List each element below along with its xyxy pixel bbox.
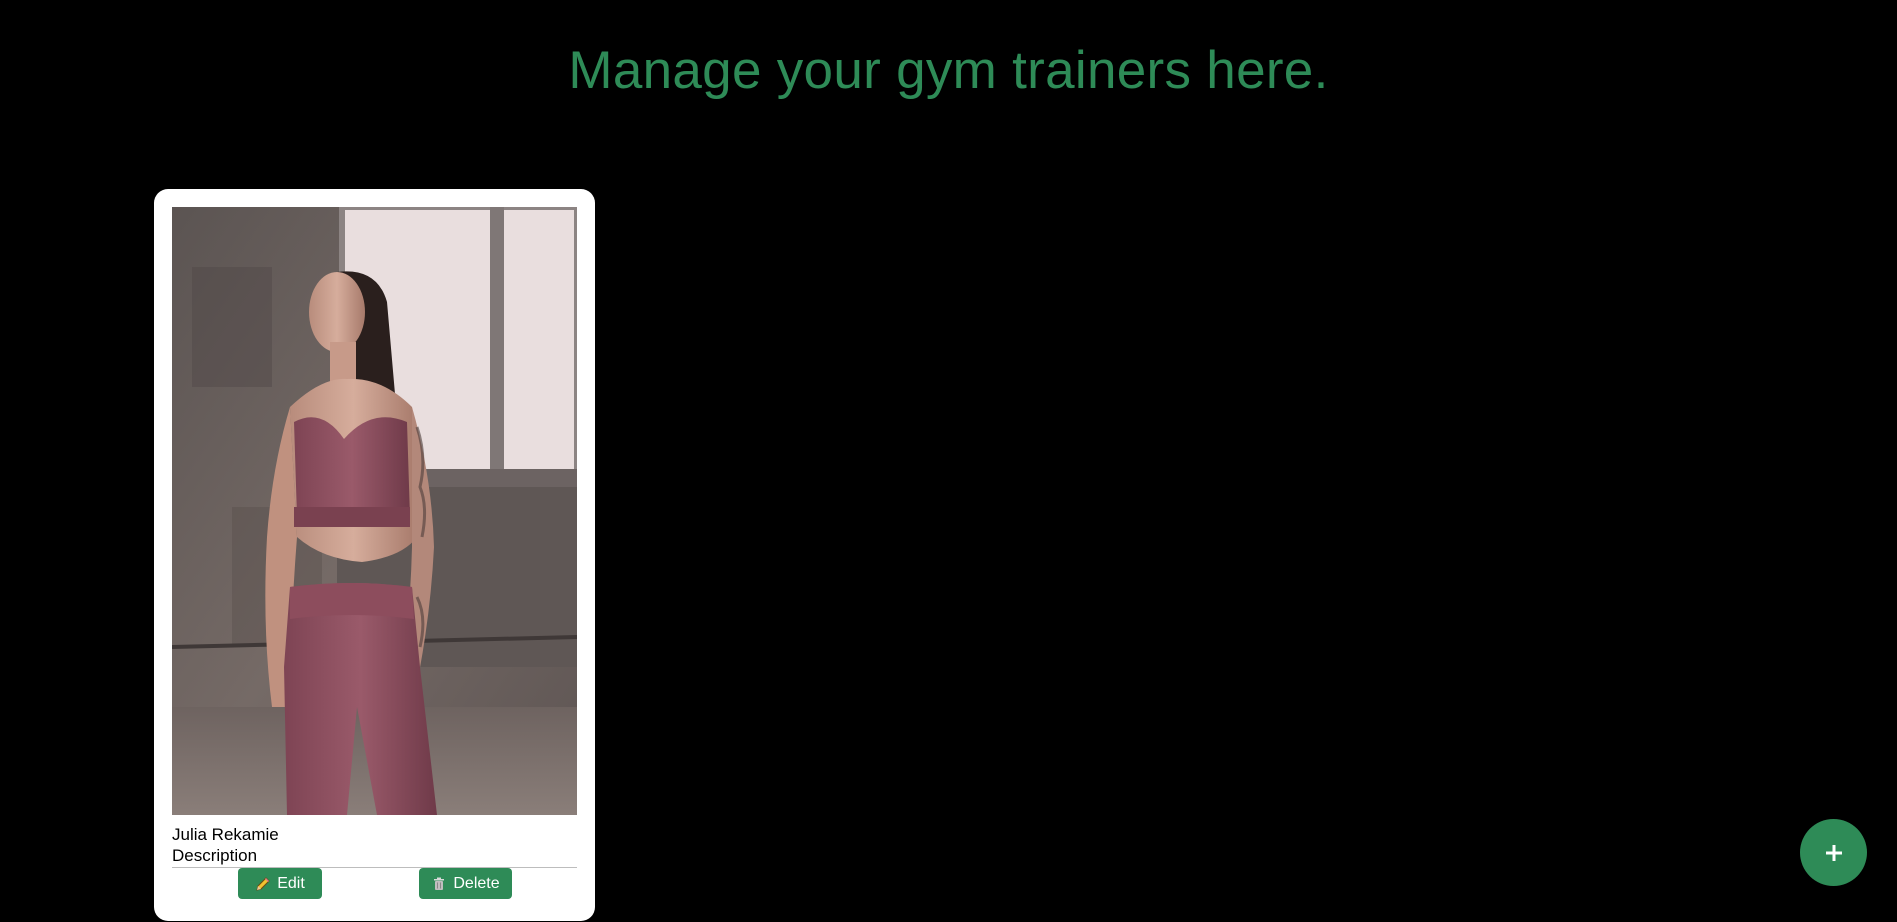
edit-button[interactable]: Edit (238, 868, 322, 899)
trainer-photo (172, 207, 577, 815)
plus-icon (1824, 843, 1844, 863)
edit-button-label: Edit (277, 874, 305, 892)
add-trainer-button[interactable] (1800, 819, 1867, 886)
page-title: Manage your gym trainers here. (568, 41, 1329, 100)
card-divider (172, 867, 577, 868)
delete-button-label: Delete (453, 874, 500, 892)
trash-icon (431, 876, 447, 892)
pencil-icon (255, 876, 271, 892)
trainer-name: Julia Rekamie (172, 825, 279, 844)
trainer-description: Description (172, 846, 258, 865)
page: Manage your gym trainers here. Julia Rek… (0, 0, 1897, 922)
trainer-card: Julia Rekamie Description Edit Delete (154, 189, 595, 921)
delete-button[interactable]: Delete (419, 868, 512, 899)
